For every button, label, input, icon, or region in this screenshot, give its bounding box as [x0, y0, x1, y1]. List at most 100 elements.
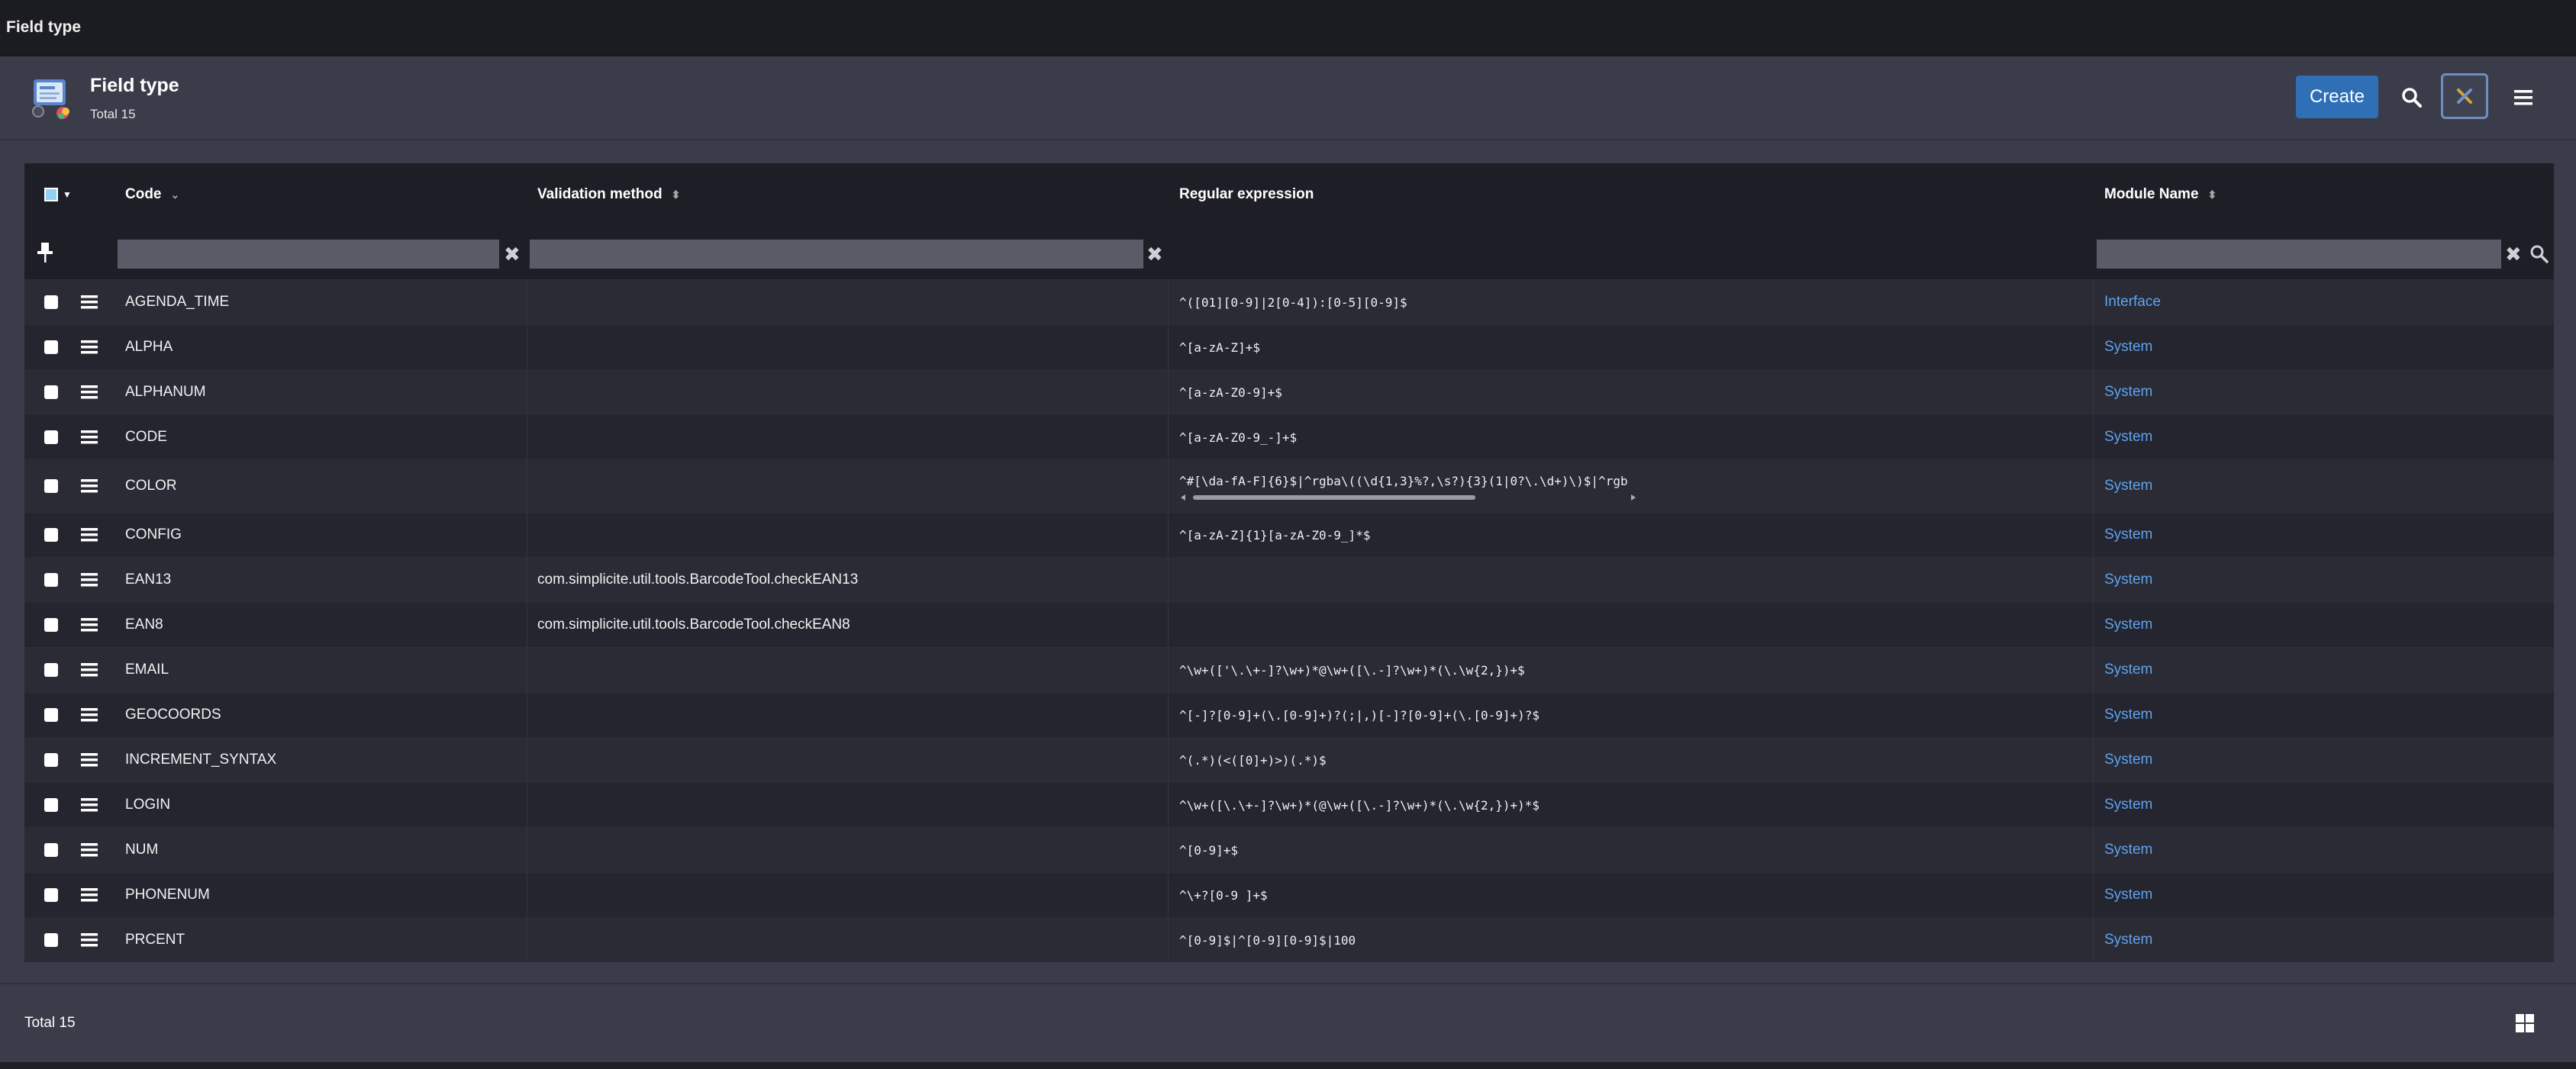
- cell-module-link[interactable]: System: [2104, 873, 2152, 917]
- table-row[interactable]: EMAIL ^\w+(['\.\+-]?\w+)*@\w+([\.-]?\w+)*…: [24, 647, 2554, 692]
- row-actions-button[interactable]: [81, 828, 98, 872]
- row-checkbox[interactable]: [44, 460, 58, 512]
- table-row[interactable]: NUM ^[0-9]+$ System: [24, 827, 2554, 872]
- sort-icon[interactable]: ⬍: [672, 188, 681, 201]
- row-checkbox[interactable]: [44, 370, 58, 414]
- cell-code[interactable]: EMAIL: [125, 648, 169, 692]
- row-actions-button[interactable]: [81, 513, 98, 557]
- row-actions-button[interactable]: [81, 558, 98, 602]
- row-checkbox[interactable]: [44, 513, 58, 557]
- row-checkbox[interactable]: [44, 280, 58, 324]
- row-actions-button[interactable]: [81, 648, 98, 692]
- table-row[interactable]: CODE ^[a-zA-Z0-9_-]+$ System: [24, 414, 2554, 459]
- table-row[interactable]: LOGIN ^\w+([\.\+-]?\w+)*(@\w+([\.-]?\w+)*…: [24, 782, 2554, 827]
- row-actions-button[interactable]: [81, 415, 98, 459]
- sort-desc-icon[interactable]: ⌄: [171, 188, 180, 201]
- row-checkbox[interactable]: [44, 415, 58, 459]
- cell-code[interactable]: COLOR: [125, 460, 177, 512]
- cell-module-link[interactable]: Interface: [2104, 280, 2161, 324]
- table-row[interactable]: PHONENUM ^\+?[0-9 ]+$ System: [24, 872, 2554, 917]
- table-row[interactable]: ALPHANUM ^[a-zA-Z0-9]+$ System: [24, 369, 2554, 414]
- chevron-down-icon[interactable]: ▼: [63, 189, 72, 200]
- row-actions-button[interactable]: [81, 460, 98, 512]
- row-checkbox[interactable]: [44, 918, 58, 962]
- table-row[interactable]: EAN13 com.simplicite.util.tools.BarcodeTo…: [24, 557, 2554, 602]
- cell-code[interactable]: AGENDA_TIME: [125, 280, 229, 324]
- pin-icon[interactable]: [35, 241, 55, 264]
- cell-module-link[interactable]: System: [2104, 370, 2152, 414]
- cell-module-link[interactable]: System: [2104, 513, 2152, 557]
- row-actions-button[interactable]: [81, 370, 98, 414]
- module-filter-input[interactable]: [2097, 240, 2501, 269]
- row-actions-button[interactable]: [81, 738, 98, 782]
- table-row[interactable]: CONFIG ^[a-zA-Z]{1}[a-zA-Z0-9_]*$ System: [24, 512, 2554, 557]
- cell-module-link[interactable]: System: [2104, 415, 2152, 459]
- table-row[interactable]: PRCENT ^[0-9]$|^[0-9][0-9]$|100 System: [24, 917, 2554, 962]
- cell-module-link[interactable]: System: [2104, 918, 2152, 962]
- regex-horizontal-scrollbar[interactable]: [1179, 492, 1637, 501]
- row-actions-button[interactable]: [81, 693, 98, 737]
- cell-module-link[interactable]: System: [2104, 460, 2152, 512]
- cell-code[interactable]: PRCENT: [125, 918, 185, 962]
- cell-code[interactable]: ALPHA: [125, 325, 172, 369]
- clear-code-filter-icon[interactable]: ✖: [504, 241, 521, 267]
- row-checkbox[interactable]: [44, 783, 58, 827]
- table-row[interactable]: INCREMENT_SYNTAX ^(.*)(<([0]+)>)(.*)$ Syst…: [24, 737, 2554, 782]
- cell-code[interactable]: CODE: [125, 415, 167, 459]
- row-actions-button[interactable]: [81, 783, 98, 827]
- table-row[interactable]: ALPHA ^[a-zA-Z]+$ System: [24, 324, 2554, 369]
- table-row[interactable]: GEOCOORDS ^[-]?[0-9]+(\.[0-9]+)?(;|,)[-]?…: [24, 692, 2554, 737]
- cell-module-link[interactable]: System: [2104, 693, 2152, 737]
- cell-module-link[interactable]: System: [2104, 603, 2152, 647]
- column-header-code[interactable]: Code ⌄: [125, 163, 179, 226]
- cell-code[interactable]: CONFIG: [125, 513, 182, 557]
- row-checkbox[interactable]: [44, 603, 58, 647]
- row-actions-button[interactable]: [81, 603, 98, 647]
- cell-code[interactable]: LOGIN: [125, 783, 170, 827]
- clear-validation-filter-icon[interactable]: ✖: [1146, 241, 1163, 267]
- cell-regex: ^\+?[0-9 ]+$: [1179, 887, 1268, 903]
- cell-code[interactable]: PHONENUM: [125, 873, 210, 917]
- column-header-module[interactable]: Module Name ⬍: [2104, 163, 2217, 226]
- row-checkbox[interactable]: [44, 693, 58, 737]
- row-checkbox[interactable]: [44, 873, 58, 917]
- cell-code[interactable]: NUM: [125, 828, 158, 872]
- row-actions-button[interactable]: [81, 280, 98, 324]
- cell-module-link[interactable]: System: [2104, 558, 2152, 602]
- validation-filter-input[interactable]: [530, 240, 1143, 269]
- search-button[interactable]: [2394, 78, 2430, 118]
- clear-filters-button[interactable]: [2441, 73, 2488, 119]
- row-checkbox[interactable]: [44, 648, 58, 692]
- cell-code[interactable]: INCREMENT_SYNTAX: [125, 738, 276, 782]
- clear-module-filter-icon[interactable]: ✖: [2505, 241, 2522, 267]
- hamburger-menu-icon: [2514, 90, 2532, 105]
- sort-icon[interactable]: ⬍: [2208, 188, 2217, 201]
- row-actions-button[interactable]: [81, 325, 98, 369]
- table-row[interactable]: EAN8 com.simplicite.util.tools.BarcodeToo…: [24, 602, 2554, 647]
- table-row[interactable]: COLOR ^#[\da-fA-F]{6}$|^rgba\((\d{1,3}%?,…: [24, 459, 2554, 512]
- cell-module-link[interactable]: System: [2104, 648, 2152, 692]
- panel-header: Field type Total 15 Create: [0, 56, 2576, 140]
- cell-code[interactable]: EAN8: [125, 603, 163, 647]
- cell-code[interactable]: GEOCOORDS: [125, 693, 221, 737]
- row-checkbox[interactable]: [44, 828, 58, 872]
- cell-module-link[interactable]: System: [2104, 325, 2152, 369]
- code-filter-input[interactable]: [118, 240, 499, 269]
- cell-module-link[interactable]: System: [2104, 738, 2152, 782]
- select-all-checkbox[interactable]: ▼: [44, 163, 72, 226]
- cell-code[interactable]: EAN13: [125, 558, 171, 602]
- row-checkbox[interactable]: [44, 558, 58, 602]
- cell-module-link[interactable]: System: [2104, 828, 2152, 872]
- row-actions-button[interactable]: [81, 873, 98, 917]
- row-checkbox[interactable]: [44, 738, 58, 782]
- table-row[interactable]: AGENDA_TIME ^([01][0-9]|2[0-4]):[0-5][0-9…: [24, 279, 2554, 324]
- row-checkbox[interactable]: [44, 325, 58, 369]
- create-button[interactable]: Create: [2296, 76, 2378, 118]
- row-actions-button[interactable]: [81, 918, 98, 962]
- cell-module-link[interactable]: System: [2104, 783, 2152, 827]
- actions-menu-button[interactable]: [2503, 78, 2543, 118]
- cell-code[interactable]: ALPHANUM: [125, 370, 206, 414]
- column-header-validation[interactable]: Validation method ⬍: [537, 163, 680, 226]
- search-icon[interactable]: [2529, 244, 2549, 264]
- grid-view-icon[interactable]: [2515, 1013, 2535, 1033]
